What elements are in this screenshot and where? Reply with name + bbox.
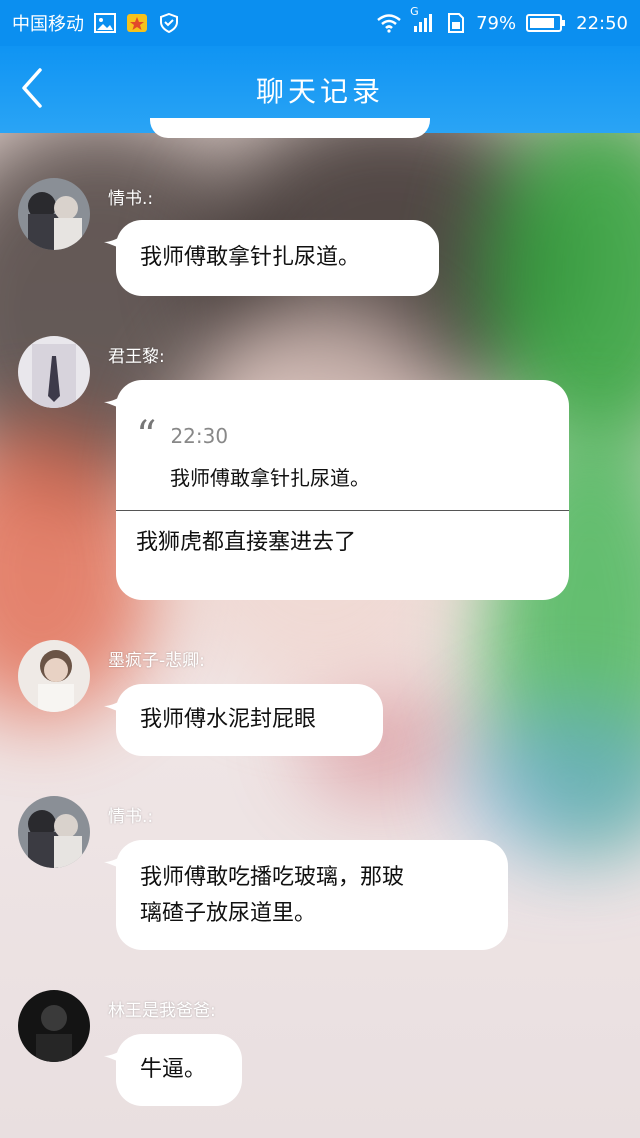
battery-percent: 79% [476, 12, 517, 34]
sender-name: 林王是我爸爸: [108, 1001, 216, 1021]
bubble-tail [104, 232, 128, 252]
signal-type-label: G [410, 5, 419, 18]
avatar[interactable] [18, 178, 90, 250]
sender-name: 墨疯子-悲卿: [108, 651, 205, 671]
sim-card-icon [448, 13, 465, 33]
message-bubble[interactable]: 我师傅敢拿针扎尿道。 [104, 220, 439, 296]
message-text: 我师傅水泥封屁眼 [140, 707, 317, 732]
image-icon [94, 13, 116, 33]
back-button[interactable] [10, 66, 54, 110]
status-bar: 中国移动 G 79% 22:50 [0, 0, 640, 46]
star-badge-icon [127, 14, 147, 32]
quote-divider [116, 510, 569, 511]
bubble-tail [104, 696, 128, 716]
message-bubble[interactable]: “ 22:30 我师傅敢拿针扎尿道。 我狮虎都直接塞进去了 [104, 380, 569, 600]
shield-icon [160, 13, 178, 33]
bubble-tail [104, 852, 128, 872]
sender-name: 情书.: [108, 807, 154, 827]
message-text: 我狮虎都直接塞进去了 [136, 530, 357, 555]
quote-mark-icon: “ [136, 413, 157, 459]
sender-name: 君王黎: [108, 347, 165, 367]
quoted-text: 我师傅敢拿针扎尿道。 [170, 466, 370, 490]
wifi-icon [377, 14, 401, 33]
message-bubble[interactable]: 我师傅水泥封屁眼 [104, 684, 383, 756]
avatar[interactable] [18, 796, 90, 868]
quote-time: 22:30 [170, 424, 229, 448]
message-bubble[interactable]: 牛逼。 [104, 1034, 242, 1106]
sender-name: 情书.: [108, 189, 154, 209]
message-bubble[interactable]: 我师傅敢吃播吃玻璃，那玻 璃碴子放尿道里。 [104, 840, 508, 950]
bubble-tail [104, 1046, 128, 1066]
previous-message-bubble[interactable] [150, 118, 430, 138]
battery-icon [526, 14, 566, 32]
page-title: 聊天记录 [255, 74, 384, 108]
message-text-line: 璃碴子放尿道里。 [140, 901, 317, 926]
avatar[interactable] [18, 990, 90, 1062]
status-time: 22:50 [576, 12, 628, 34]
avatar[interactable] [18, 640, 90, 712]
bubble-tail [104, 392, 128, 412]
message-text-line: 我师傅敢吃播吃玻璃，那玻 [140, 865, 405, 890]
message-text: 我师傅敢拿针扎尿道。 [140, 245, 361, 270]
quote-header: “ 22:30 [136, 413, 549, 459]
message-text: 牛逼。 [140, 1057, 207, 1082]
carrier-name: 中国移动 [12, 14, 84, 35]
avatar[interactable] [18, 336, 90, 408]
chevron-left-icon [22, 68, 42, 108]
